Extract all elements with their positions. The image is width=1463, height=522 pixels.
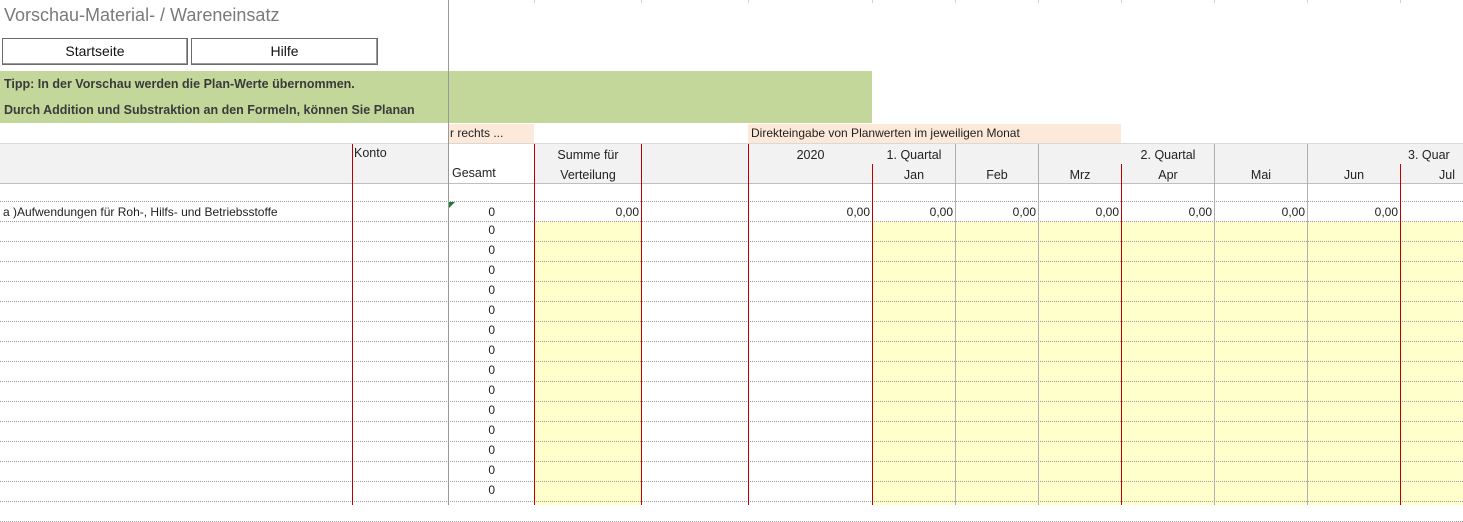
table-row	[0, 282, 1463, 302]
summe-header-1: Summe für	[557, 148, 619, 162]
month-divider	[955, 144, 956, 505]
jun-value[interactable]: 0,00	[1308, 205, 1400, 219]
q3-header: 3. Quar	[1408, 148, 1450, 162]
gesamt-cell[interactable]: 0	[449, 223, 495, 237]
startseite-button[interactable]: Startseite	[2, 38, 188, 65]
konto-header: Konto	[354, 146, 387, 160]
note-truncated: r rechts ...	[448, 124, 534, 143]
month-divider	[1307, 144, 1308, 505]
column-divider	[534, 144, 535, 505]
month-header-apr: Apr	[1158, 168, 1178, 182]
table-row	[0, 322, 1463, 342]
table-row	[0, 502, 1463, 522]
account-label[interactable]: a )Aufwendungen für Roh-, Hilfs- und Bet…	[3, 205, 278, 219]
gesamt-cell[interactable]: 0	[449, 323, 495, 337]
month-divider	[1038, 144, 1039, 505]
table-row	[0, 342, 1463, 362]
q1-header: 1. Quartal	[886, 148, 942, 162]
gesamt-cell[interactable]: 0	[449, 383, 495, 397]
column-divider	[748, 144, 749, 505]
apr-value[interactable]: 0,00	[1122, 205, 1214, 219]
summe-value[interactable]: 0,00	[535, 205, 641, 219]
month-header-jan: Jan	[903, 168, 925, 182]
q2-header: 2. Quartal	[1140, 148, 1196, 162]
month-header-mrz: Mrz	[1069, 168, 1091, 182]
month-header-jun: Jun	[1343, 168, 1365, 182]
jan-value[interactable]: 0,00	[873, 205, 955, 219]
gesamt-header: Gesamt	[452, 166, 496, 180]
page-title: Vorschau-Material- / Wareneinsatz	[4, 5, 280, 25]
table-row	[0, 462, 1463, 482]
gesamt-value[interactable]: 0	[449, 205, 495, 219]
gesamt-cell[interactable]: 0	[449, 463, 495, 477]
mrz-value[interactable]: 0,00	[1039, 205, 1121, 219]
month-divider	[1214, 144, 1215, 505]
gesamt-cell[interactable]: 0	[449, 343, 495, 357]
summe-header-2: Verteilung	[560, 168, 616, 182]
year-value[interactable]: 0,00	[749, 205, 872, 219]
year-header: 2020	[796, 148, 825, 162]
table-row	[0, 402, 1463, 422]
month-header-mai: Mai	[1250, 168, 1272, 182]
gesamt-cell[interactable]: 0	[449, 443, 495, 457]
table-row	[0, 242, 1463, 262]
gesamt-cell[interactable]: 0	[449, 263, 495, 277]
gesamt-cell[interactable]: 0	[449, 283, 495, 297]
table-row	[0, 382, 1463, 402]
table-row	[0, 482, 1463, 502]
column-divider	[641, 144, 642, 505]
table-row	[0, 222, 1463, 242]
hilfe-button[interactable]: Hilfe	[191, 38, 378, 65]
gesamt-cell[interactable]: 0	[449, 403, 495, 417]
tip-line-2: Durch Addition und Substraktion an den F…	[0, 97, 872, 123]
column-divider	[1400, 164, 1401, 505]
gesamt-cell[interactable]: 0	[449, 303, 495, 317]
month-header-jul: Jul	[1439, 168, 1455, 182]
column-divider	[352, 144, 353, 505]
mai-value[interactable]: 0,00	[1215, 205, 1307, 219]
feb-value[interactable]: 0,00	[956, 205, 1038, 219]
gesamt-cell[interactable]: 0	[449, 423, 495, 437]
table-row	[0, 422, 1463, 442]
table-row	[0, 442, 1463, 462]
table-row	[0, 362, 1463, 382]
gesamt-cell[interactable]: 0	[449, 243, 495, 257]
table-row	[0, 302, 1463, 322]
gesamt-cell[interactable]: 0	[449, 483, 495, 497]
tip-line-1: Tipp: In der Vorschau werden die Plan-We…	[0, 71, 872, 97]
table-row	[0, 262, 1463, 282]
direct-input-note: Direkteingabe von Planwerten im jeweilig…	[748, 124, 1121, 143]
month-header-feb: Feb	[986, 168, 1008, 182]
gesamt-cell[interactable]: 0	[449, 363, 495, 377]
table-row	[0, 183, 1463, 202]
